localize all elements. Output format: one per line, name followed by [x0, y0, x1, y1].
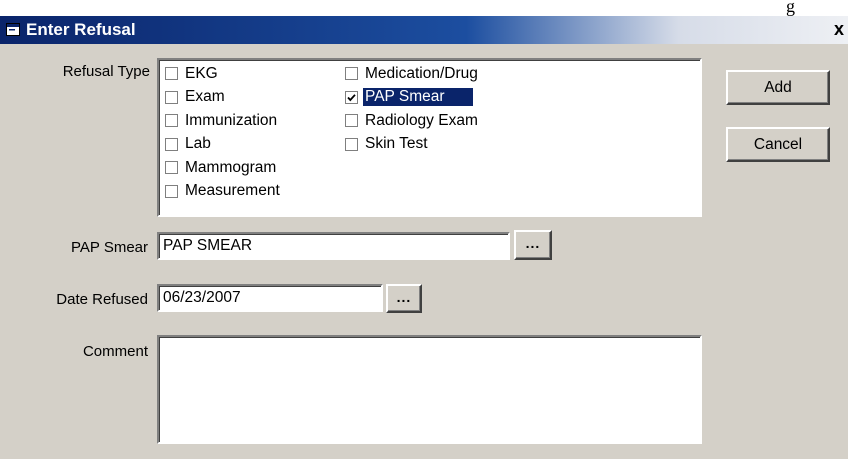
cancel-button[interactable]: Cancel — [726, 127, 830, 162]
refusal-type-option[interactable]: EKG — [165, 63, 220, 84]
window-title: Enter Refusal — [26, 20, 136, 39]
refusal-type-option-label: EKG — [185, 64, 218, 82]
checkbox-icon[interactable] — [165, 67, 178, 80]
refusal-type-option[interactable]: Lab — [165, 134, 213, 155]
pap-smear-field[interactable]: PAP SMEAR — [157, 232, 510, 260]
checkbox-icon[interactable] — [345, 67, 358, 80]
checkbox-icon[interactable] — [165, 114, 178, 127]
refusal-type-option[interactable]: Medication/Drug — [345, 63, 480, 84]
refusal-type-option-label: Mammogram — [185, 158, 277, 176]
refusal-type-option-label: Exam — [185, 88, 225, 105]
refusal-type-option[interactable]: Measurement — [165, 181, 282, 202]
refusal-type-listbox[interactable]: EKG Exam Immunization Lab Mammogram Measureme… — [157, 58, 702, 217]
checkbox-icon[interactable] — [165, 184, 178, 198]
refusal-type-label: Refusal Type — [62, 63, 150, 80]
add-button[interactable]: Add — [726, 70, 830, 105]
date-refused-label: Date Refused — [56, 291, 148, 308]
date-refused-browse-button[interactable]: ... — [386, 284, 422, 313]
title-bar[interactable]: Enter Refusal x — [0, 16, 848, 44]
background-text-fragment: g — [786, 0, 795, 16]
window-icon — [6, 23, 20, 36]
refusal-type-option[interactable]: Mammogram — [165, 157, 278, 178]
refusal-type-option[interactable]: PAP Smear — [345, 87, 473, 108]
checkbox-icon[interactable] — [345, 114, 358, 127]
refusal-type-option[interactable]: Skin Test — [345, 134, 430, 155]
pap-smear-label: PAP Smear — [71, 239, 148, 256]
date-refused-field[interactable]: 06/23/2007 — [157, 284, 383, 312]
refusal-type-option[interactable]: Immunization — [165, 110, 279, 131]
pap-smear-value: PAP SMEAR — [163, 237, 253, 254]
refusal-type-option-label: Immunization — [185, 111, 278, 129]
refusal-type-option-label: PAP Smear — [363, 88, 473, 106]
checkbox-icon[interactable] — [345, 137, 358, 151]
date-refused-value: 06/23/2007 — [163, 289, 241, 306]
comment-label: Comment — [82, 343, 148, 360]
refusal-type-option[interactable]: Radiology Exam — [345, 110, 480, 131]
pap-smear-browse-button[interactable]: ... — [514, 230, 552, 260]
checkbox-icon[interactable] — [165, 90, 178, 104]
comment-textarea[interactable] — [157, 335, 702, 444]
refusal-type-option-label: Lab — [185, 135, 211, 152]
refusal-type-option[interactable]: Exam — [165, 87, 227, 108]
refusal-type-option-label: Measurement — [185, 182, 280, 199]
checkbox-icon[interactable] — [165, 137, 178, 151]
refusal-type-option-label: Skin Test — [365, 135, 428, 152]
refusal-type-option-label: Radiology Exam — [365, 111, 478, 129]
checkbox-checked-icon[interactable] — [345, 90, 358, 104]
close-button[interactable]: x — [834, 19, 848, 39]
checkbox-icon[interactable] — [165, 161, 178, 174]
refusal-type-option-label: Medication/Drug — [365, 64, 478, 82]
enter-refusal-dialog: Enter Refusal x Refusal Type EKG Exam Immu… — [0, 16, 848, 459]
